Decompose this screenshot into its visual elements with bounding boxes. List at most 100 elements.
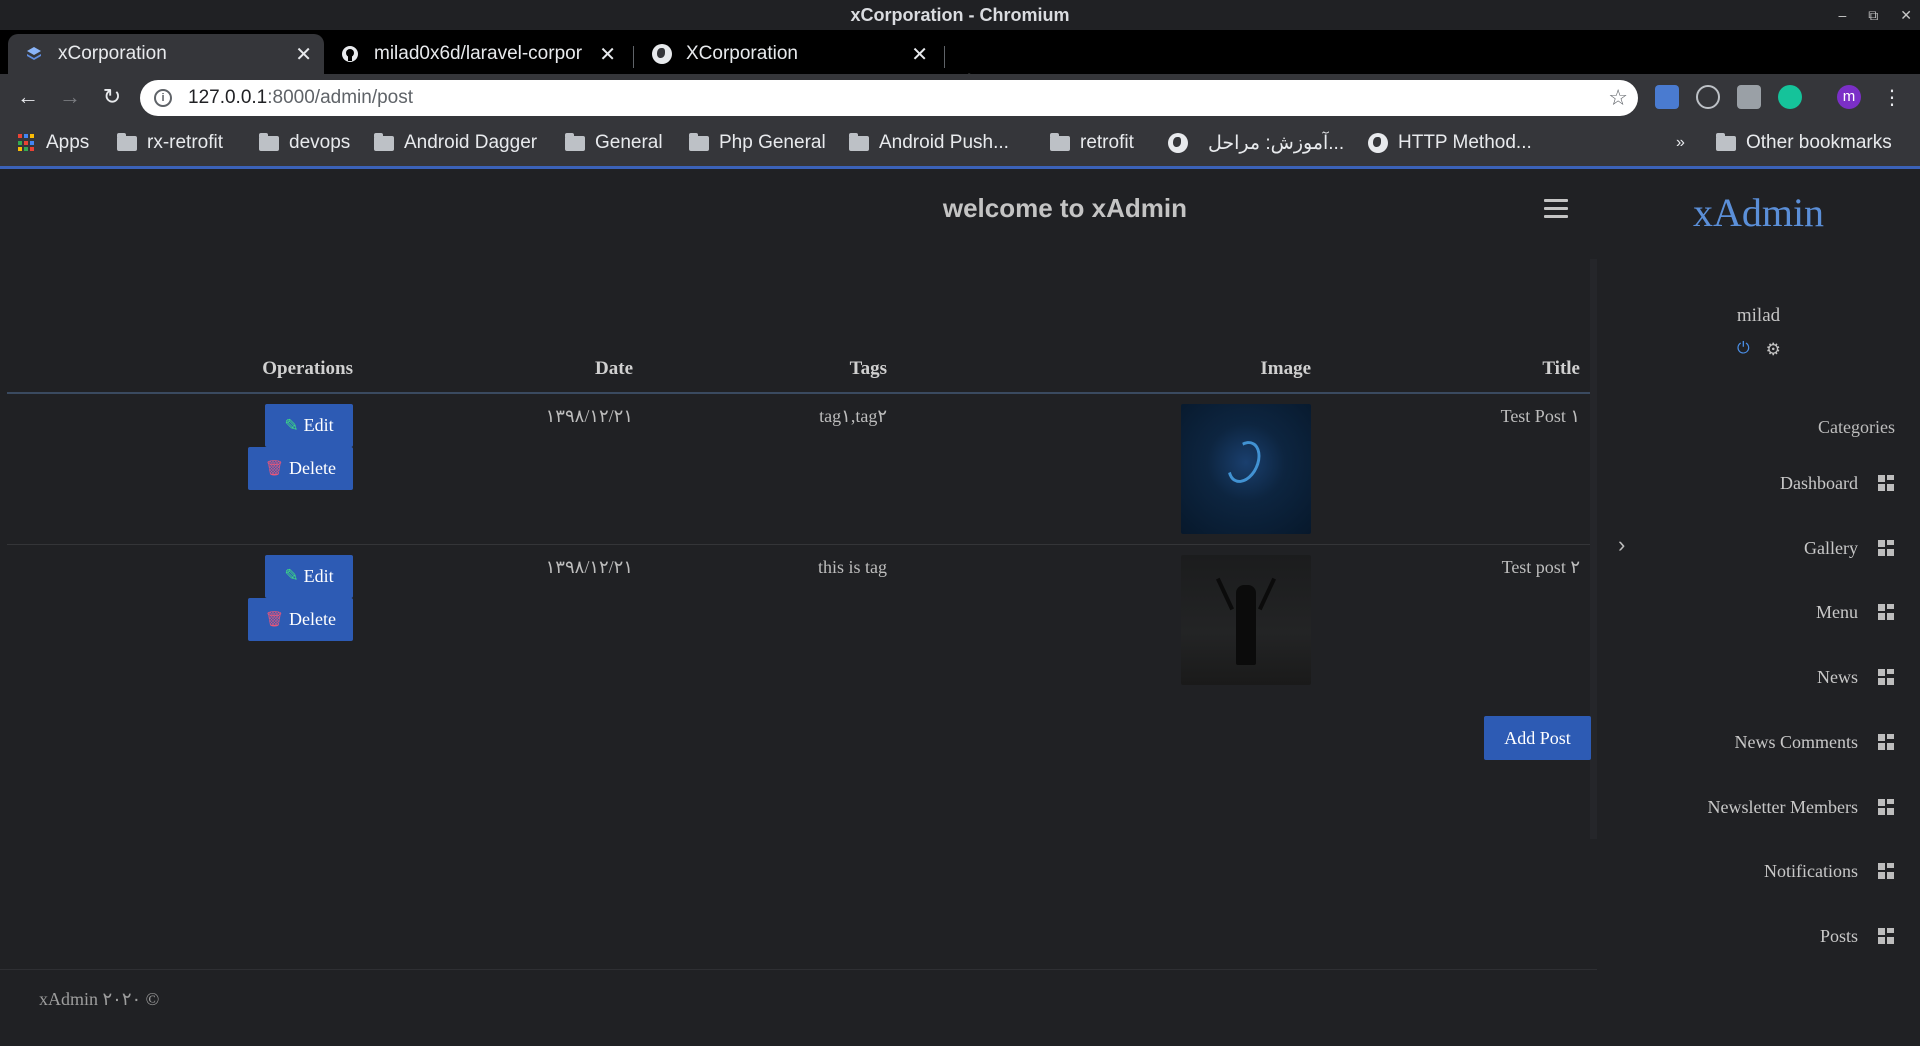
folder-icon	[689, 132, 709, 151]
close-tab-icon[interactable]: ✕	[911, 42, 928, 67]
site-info-icon[interactable]: i	[154, 89, 172, 107]
bookmark-other-bookmarks[interactable]: Other bookmarks	[1716, 128, 1892, 158]
reload-icon[interactable]: ↻	[98, 83, 126, 111]
delete-button[interactable]: 🗑 Delete	[248, 597, 353, 641]
bookmark-persian-tutorial[interactable]: آموزش: مراحل...	[1168, 128, 1344, 158]
operations-cell: ✎ Edit 🗑 Delete	[7, 544, 353, 695]
more-menu-icon[interactable]: ⋮	[1878, 83, 1906, 111]
grammarly-extension-icon[interactable]	[1778, 85, 1802, 109]
date-cell: ۱۳۹۸/۱۲/۲۱	[353, 393, 633, 545]
forward-arrow-icon[interactable]: →	[56, 83, 84, 111]
add-post-button[interactable]: Add Post	[1484, 716, 1591, 760]
window-title: xCorporation - Chromium	[850, 5, 1070, 25]
minimize-icon[interactable]: –	[1838, 0, 1846, 30]
trash-icon: 🗑	[264, 461, 285, 477]
categories-label: Categories	[1818, 417, 1895, 437]
github-icon	[340, 44, 360, 64]
title-cell: Test Post ۱	[1311, 393, 1590, 545]
translate-extension-icon[interactable]	[1655, 85, 1679, 109]
tags-cell: this is tag	[817, 556, 887, 577]
header-image[interactable]: Image	[887, 345, 1311, 394]
close-tab-icon[interactable]: ✕	[295, 42, 312, 67]
admin-page: welcome to xAdmin Operations Date Tags I…	[0, 169, 1920, 1046]
title-cell: Test post ۲	[1501, 556, 1580, 577]
dashboard-icon	[1878, 734, 1894, 750]
dashboard-icon	[1878, 799, 1894, 815]
tab-xcorporation-2[interactable]: XCorporation ✕	[636, 34, 942, 74]
trash-icon: 🗑	[264, 611, 285, 628]
sidebar-item-notifications[interactable]: Notifications	[1764, 856, 1894, 886]
folder-icon	[849, 132, 869, 151]
sidebar-item-menu[interactable]: Menu	[1816, 597, 1894, 627]
sidebar-item-news-comments[interactable]: News Comments	[1735, 727, 1894, 757]
main-content: welcome to xAdmin Operations Date Tags I…	[0, 169, 1597, 839]
sidebar-item-news[interactable]: News	[1817, 662, 1894, 692]
header-date[interactable]: Date	[353, 345, 633, 394]
header-operations[interactable]: Operations	[7, 345, 353, 394]
globe-icon	[1368, 133, 1388, 153]
close-window-icon[interactable]: ✕	[1900, 0, 1912, 30]
post-thumbnail	[1181, 404, 1311, 534]
close-tab-icon[interactable]: ✕	[599, 42, 616, 67]
image-cell	[887, 544, 1311, 695]
profile-avatar[interactable]: m	[1837, 85, 1861, 109]
address-url[interactable]: 127.0.0.1:8000/admin/post	[188, 87, 413, 109]
bookmark-star-icon[interactable]: ☆	[1608, 85, 1628, 111]
folder-icon	[1716, 132, 1736, 151]
folder-icon	[117, 132, 137, 151]
tab-github[interactable]: milad0x6d/laravel-corpor ✕	[324, 34, 630, 74]
welcome-heading: welcome to xAdmin	[942, 193, 1187, 223]
brand-logo[interactable]: xAdmin	[1597, 189, 1920, 236]
hamburger-menu-icon[interactable]	[1544, 199, 1568, 219]
tab-title: xCorporation	[58, 43, 167, 64]
folder-icon	[259, 132, 279, 151]
post-thumbnail	[1181, 554, 1311, 685]
image-cell	[887, 393, 1311, 545]
bookmark-android-push[interactable]: Android Push...	[849, 128, 1009, 158]
bookmarks-overflow-chevron[interactable]: »	[1676, 128, 1685, 158]
bookmark-http-method[interactable]: HTTP Method...	[1368, 128, 1532, 158]
browser-toolbar: ← → ↻ i 127.0.0.1:8000/admin/post ☆ m ⋮	[0, 74, 1920, 120]
folder-icon	[374, 132, 394, 151]
layers-icon	[24, 44, 44, 64]
edit-button[interactable]: ✎ Edit	[265, 404, 353, 447]
table-row: ✎ Edit 🗑 Delete ۱۳۹۸/۱۲/۲۱ this is tag Tes…	[7, 544, 1590, 695]
apps-grid-icon	[18, 134, 36, 152]
user-name: milad	[1736, 305, 1781, 326]
table-header-row: Operations Date Tags Image Title	[7, 345, 1590, 394]
bookmark-php-general[interactable]: Php General	[689, 128, 826, 158]
chevron-right-icon[interactable]: ›	[1618, 532, 1625, 558]
maximize-icon[interactable]: ⧉	[1868, 0, 1878, 30]
header-title[interactable]: Title	[1311, 345, 1590, 394]
delete-button[interactable]: 🗑 Delete	[248, 447, 353, 490]
spy-extension-icon[interactable]	[1696, 85, 1720, 109]
dashboard-icon	[1878, 928, 1894, 944]
tab-strip: xCorporation ✕ milad0x6d/laravel-corpor …	[0, 30, 1920, 95]
table-row: ✎ Edit 🗑 Delete ۱۳۹۸/۱۲/۲۱ tag۱,tag۲ Test …	[7, 393, 1590, 545]
dashboard-icon	[1878, 863, 1894, 879]
globe-icon	[652, 44, 672, 64]
address-bar[interactable]: i 127.0.0.1:8000/admin/post ☆	[140, 80, 1638, 116]
bookmark-retrofit[interactable]: retrofit	[1050, 128, 1134, 158]
tags-cell: tag۱,tag۲	[633, 393, 887, 545]
bookmark-general[interactable]: General	[565, 128, 663, 158]
window-titlebar: xCorporation - Chromium – ⧉ ✕	[0, 0, 1920, 30]
bookmark-devops[interactable]: devops	[259, 128, 350, 158]
bookmark-android-dagger[interactable]: Android Dagger	[374, 128, 537, 158]
gear-icon[interactable]: ⚙	[1766, 340, 1781, 360]
edit-button[interactable]: ✎ Edit	[265, 554, 353, 598]
bookmark-apps[interactable]: Apps	[18, 128, 89, 158]
sidebar-item-gallery[interactable]: Gallery	[1804, 533, 1894, 563]
power-icon[interactable]: ⏻	[1737, 340, 1750, 360]
pencil-icon: ✎	[284, 415, 299, 435]
back-arrow-icon[interactable]: ←	[14, 83, 42, 111]
tab-xcorporation[interactable]: xCorporation ✕	[8, 34, 324, 74]
sidebar-item-posts[interactable]: Posts	[1820, 921, 1894, 951]
header-tags[interactable]: Tags	[633, 345, 887, 394]
dashboard-icon	[1878, 604, 1894, 620]
sidebar-item-dashboard[interactable]: Dashboard	[1780, 468, 1894, 498]
sidebar-item-newsletter-members[interactable]: Newsletter Members	[1708, 792, 1894, 822]
camera-extension-icon[interactable]	[1737, 85, 1761, 109]
dashboard-icon	[1878, 475, 1894, 491]
bookmark-rx-retrofit[interactable]: rx-retrofit	[117, 128, 223, 158]
